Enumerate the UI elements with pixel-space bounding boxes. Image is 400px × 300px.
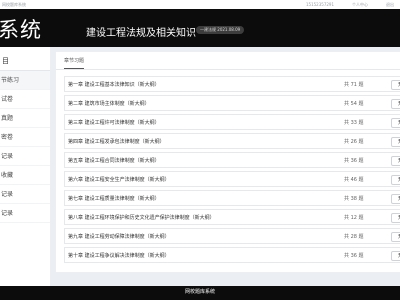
user-center-link[interactable]: 个人中心 [352,0,368,9]
sidebar: 目 节练习 试卷 真题 密卷 记录 收藏 记录 记录 [0,47,50,286]
logout-link[interactable]: 退出 [386,0,394,9]
chapter-row: 第十章 建设工程争议解决法律制度（新大纲） 共 36 题 开始 [64,247,400,263]
chapter-row: 第五章 建设工程合同法律制度（新大纲） 共 36 题 开始 [64,152,400,168]
chapter-row: 第八章 建设工程环境保护和历史文化遗产保护法律制度（新大纲） 共 12 题 开始 [64,209,400,225]
question-count: 共 33 题 [344,120,364,126]
sidebar-item-favorites[interactable]: 收藏 [0,166,50,185]
question-count: 共 54 题 [344,101,364,107]
system-title: 系统 [0,18,42,42]
question-count: 共 36 题 [344,158,364,164]
start-button[interactable]: 开始 [391,251,400,261]
question-count: 共 26 题 [344,139,364,145]
top-utility-bar: 网校题库系统 15152357291 个人中心 退出 [0,0,400,9]
version-badge: 一建法规 2021.08.09 [196,26,245,34]
main-panel: 章节习题 第一章 建设工程基本法律知识（新大纲） 共 71 题 开始 第二章 建… [56,52,400,272]
chapter-title: 第一章 建设工程基本法律知识（新大纲） [68,82,160,88]
start-button[interactable]: 开始 [391,118,400,128]
footer-text: 网校题库系统 [184,289,215,295]
chapter-title: 第二章 建筑市场主体制度（新大纲） [68,101,150,107]
chapter-row: 第七章 建设工程质量法律制度（新大纲） 共 38 题 开始 [64,190,400,206]
course-title[interactable]: 建设工程法规及相关知识 [86,24,196,39]
top-links: 15152357291 个人中心 退出 [306,0,394,9]
sidebar-heading: 目 [0,47,50,71]
start-button[interactable]: 开始 [391,194,400,204]
sidebar-item-chapter-practice[interactable]: 节练习 [0,71,50,90]
tab-chapter-exercises[interactable]: 章节习题 [64,57,85,69]
sidebar-item-error-records[interactable]: 记录 [0,185,50,204]
start-button[interactable]: 开始 [391,99,400,109]
footer: 网校题库系统 [0,286,400,300]
start-button[interactable]: 开始 [391,232,400,242]
chapter-row: 第一章 建设工程基本法律知识（新大纲） 共 71 题 开始 [64,76,400,92]
start-button[interactable]: 开始 [391,80,400,90]
chapter-row: 第二章 建筑市场主体制度（新大纲） 共 54 题 开始 [64,95,400,111]
chapter-title: 第三章 建设工程许可法律制度（新大纲） [68,120,160,126]
question-count: 共 28 题 [344,234,364,240]
question-count: 共 38 题 [344,196,364,202]
start-button[interactable]: 开始 [391,175,400,185]
sidebar-item-notes-records[interactable]: 记录 [0,204,50,223]
question-count: 共 36 题 [344,253,364,259]
sidebar-item-secret-papers[interactable]: 密卷 [0,128,50,147]
start-button[interactable]: 开始 [391,137,400,147]
chapter-title: 第七章 建设工程质量法律制度（新大纲） [68,196,160,202]
chapter-title: 第九章 建设工程劳动保障法律制度（新大纲） [68,234,170,240]
chapter-title: 第八章 建设工程环境保护和历史文化遗产保护法律制度（新大纲） [68,215,215,221]
chapter-title: 第六章 建设工程安全生产法律制度（新大纲） [68,177,170,183]
chapter-row: 第三章 建设工程许可法律制度（新大纲） 共 33 题 开始 [64,114,400,130]
sidebar-item-records[interactable]: 记录 [0,147,50,166]
start-button[interactable]: 开始 [391,156,400,166]
chapter-row: 第九章 建设工程劳动保障法律制度（新大纲） 共 28 题 开始 [64,228,400,244]
phone-link[interactable]: 15152357291 [306,0,334,9]
question-count: 共 71 题 [344,82,364,88]
sidebar-item-mock-exam[interactable]: 试卷 [0,90,50,109]
tab-bar: 章节习题 [56,52,400,70]
chapter-title: 第四章 建设工程发承包法律制度（新大纲） [68,139,165,145]
sidebar-item-past-exams[interactable]: 真题 [0,109,50,128]
app-header: 系统 建设工程法规及相关知识 一建法规 2021.08.09 [0,9,400,47]
chapter-row: 第四章 建设工程发承包法律制度（新大纲） 共 26 题 开始 [64,133,400,149]
chapter-title: 第五章 建设工程合同法律制度（新大纲） [68,158,160,164]
chapter-title: 第十章 建设工程争议解决法律制度（新大纲） [68,253,170,259]
chapter-row: 第六章 建设工程安全生产法律制度（新大纲） 共 46 题 开始 [64,171,400,187]
question-count: 共 46 题 [344,177,364,183]
start-button[interactable]: 开始 [391,213,400,223]
question-count: 共 12 题 [344,215,364,221]
site-name: 网校题库系统 [2,2,26,7]
